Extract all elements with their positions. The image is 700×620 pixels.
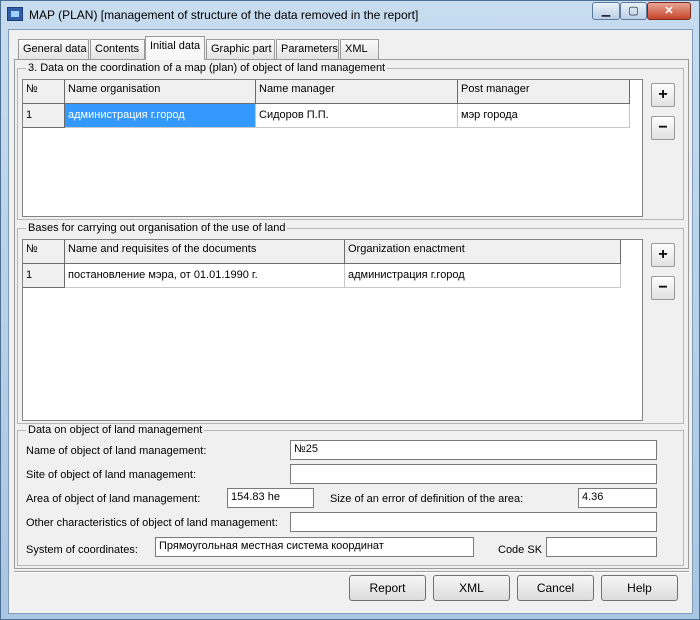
table-cell[interactable]: мэр города	[458, 104, 630, 128]
object-site-input[interactable]	[290, 464, 657, 484]
object-area-label: Area of object of land management:	[26, 493, 201, 505]
area-error-label: Size of an error of definition of the ar…	[330, 493, 524, 505]
tab-general-data[interactable]: General data	[18, 39, 89, 59]
tab-contents[interactable]: Contents	[90, 39, 145, 59]
column-header-number[interactable]: №	[23, 80, 65, 104]
bases-legend: Bases for carrying out organisation of t…	[26, 222, 288, 234]
initial-data-page: 3. Data on the coordination of a map (pl…	[14, 59, 689, 569]
column-header-name-manager[interactable]: Name manager	[256, 80, 458, 104]
code-sk-label: Code SK	[498, 544, 543, 556]
object-data-legend: Data on object of land management	[26, 424, 205, 436]
code-sk-input[interactable]	[546, 537, 657, 557]
coordination-table[interactable]: № Name organisation Name manager Post ma…	[22, 79, 643, 217]
coordination-legend: 3. Data on the coordination of a map (pl…	[26, 62, 388, 74]
coordinate-system-label: System of coordinates:	[26, 544, 138, 556]
add-basis-button[interactable]: +	[651, 243, 675, 267]
coordination-group: 3. Data on the coordination of a map (pl…	[17, 62, 684, 220]
tab-parameters[interactable]: Parameters	[276, 39, 339, 59]
column-header-documents[interactable]: Name and requisites of the documents	[65, 240, 345, 264]
area-error-input[interactable]: 4.36	[578, 488, 657, 508]
column-header-name-organisation[interactable]: Name organisation	[65, 80, 256, 104]
help-button[interactable]: Help	[601, 575, 678, 601]
xml-button[interactable]: XML	[433, 575, 510, 601]
close-button[interactable]: ✕	[647, 2, 691, 20]
other-characteristics-input[interactable]	[290, 512, 657, 532]
column-header-number[interactable]: №	[23, 240, 65, 264]
table-cell[interactable]: постановление мэра, от 01.01.1990 г.	[65, 264, 345, 288]
bases-table[interactable]: № Name and requisites of the documents O…	[22, 239, 643, 421]
cancel-button[interactable]: Cancel	[517, 575, 594, 601]
table-cell[interactable]: администрация г.город	[345, 264, 621, 288]
maximize-button[interactable]: ▢	[620, 2, 647, 20]
remove-coordination-button[interactable]: −	[651, 116, 675, 140]
object-site-label: Site of object of land management:	[26, 469, 196, 481]
main-window: MAP (PLAN) [management of structure of t…	[0, 0, 700, 620]
object-data-group: Data on object of land management Name o…	[17, 424, 684, 566]
tab-initial-data[interactable]: Initial data	[145, 36, 205, 60]
tab-graphic-part[interactable]: Graphic part	[206, 39, 275, 59]
object-area-input[interactable]: 154.83 he	[227, 488, 314, 508]
map-app-icon	[7, 7, 23, 21]
column-header-post-manager[interactable]: Post manager	[458, 80, 630, 104]
table-cell[interactable]: администрация г.город	[65, 104, 256, 128]
column-header-organization-enactment[interactable]: Organization enactment	[345, 240, 621, 264]
dialog-client: General data Contents Initial data Graph…	[8, 29, 693, 614]
minimize-button[interactable]: ▁	[592, 2, 620, 20]
add-coordination-button[interactable]: +	[651, 83, 675, 107]
object-name-label: Name of object of land management:	[26, 445, 207, 457]
other-characteristics-label: Other characteristics of object of land …	[26, 517, 278, 529]
table-row-number[interactable]: 1	[23, 104, 65, 128]
footer-separator	[14, 571, 689, 573]
table-cell[interactable]: Сидоров П.П.	[256, 104, 458, 128]
title-bar[interactable]: MAP (PLAN) [management of structure of t…	[1, 1, 699, 29]
coordinate-system-input[interactable]: Прямоугольная местная система координат	[155, 537, 474, 557]
bases-group: Bases for carrying out organisation of t…	[17, 222, 684, 424]
tab-xml[interactable]: XML	[340, 39, 379, 59]
window-title: MAP (PLAN) [management of structure of t…	[29, 8, 419, 22]
remove-basis-button[interactable]: −	[651, 276, 675, 300]
object-name-input[interactable]: №25	[290, 440, 657, 460]
report-button[interactable]: Report	[349, 575, 426, 601]
table-row-number[interactable]: 1	[23, 264, 65, 288]
